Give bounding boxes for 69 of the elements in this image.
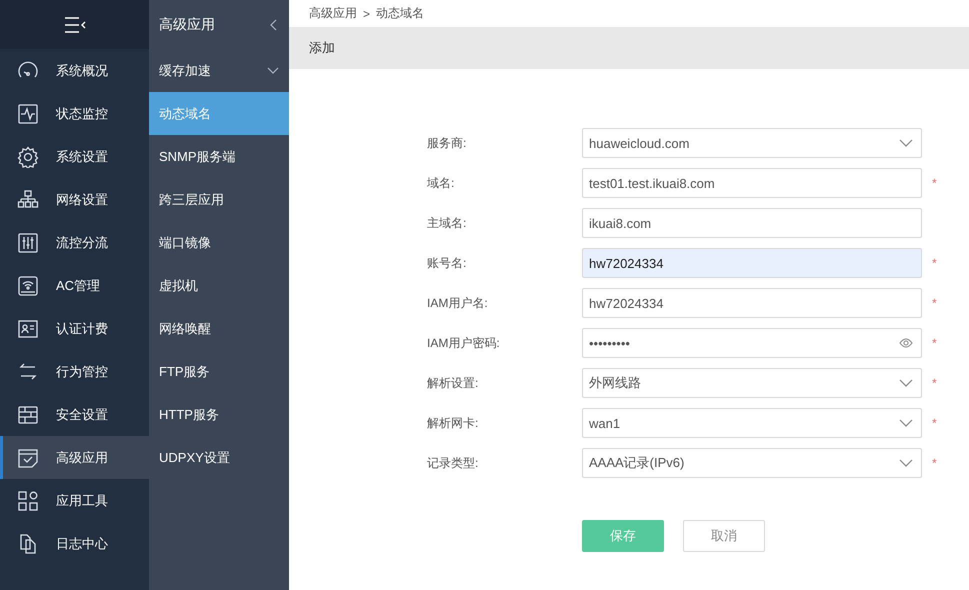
breadcrumb-item: 动态域名 (376, 5, 424, 22)
submenu-title: 高级应用 (159, 16, 215, 34)
wifi-device-icon (17, 274, 39, 296)
submenu-item[interactable]: SNMP服务端 (149, 135, 289, 178)
nav-item[interactable]: 网络设置 (0, 178, 149, 221)
submenu-item[interactable]: UDPXY设置 (149, 436, 289, 479)
field-label: IAM用户密码: (427, 334, 501, 352)
required-mark: * (931, 176, 938, 190)
input-field[interactable]: hw72024334 (582, 248, 922, 278)
nav-item[interactable]: 系统设置 (0, 135, 149, 178)
collapse-chevron-icon[interactable] (270, 18, 277, 30)
network-topology-icon (17, 188, 39, 210)
submenu-item[interactable]: FTP服务 (149, 350, 289, 393)
submenu-item[interactable]: 端口镜像 (149, 221, 289, 264)
required-mark: * (931, 416, 938, 430)
dropdown-chevron-icon (899, 459, 913, 467)
cancel-button[interactable]: 取消 (683, 520, 765, 552)
field-label: IAM用户名: (427, 294, 489, 312)
select-field[interactable]: wan1 (582, 408, 922, 438)
panel-title: 添加 (309, 39, 335, 57)
submenu-item[interactable]: 跨三层应用 (149, 178, 289, 221)
field-label: 域名: (427, 174, 456, 192)
submenu-item[interactable]: 缓存加速 (149, 49, 289, 92)
nav-item[interactable]: 流控分流 (0, 221, 149, 264)
required-mark: * (931, 296, 938, 310)
breadcrumb-separator: > (363, 6, 370, 20)
chevron-icon (267, 67, 279, 74)
nav-item[interactable]: 安全设置 (0, 393, 149, 436)
breadcrumb-item[interactable]: 高级应用 (309, 5, 357, 22)
password-field[interactable]: ••••••••• (582, 328, 922, 358)
dropdown-chevron-icon (899, 139, 913, 147)
field-label: 解析网卡: (427, 414, 480, 432)
menu-collapse-icon[interactable] (64, 16, 86, 32)
nav-item[interactable]: 状态监控 (0, 92, 149, 135)
settings-icon (17, 146, 39, 168)
app-tools-icon (17, 490, 39, 512)
dropdown-chevron-icon (899, 419, 913, 427)
field-label: 主域名: (427, 214, 468, 232)
input-field[interactable]: test01.test.ikuai8.com (582, 168, 922, 198)
input-field[interactable]: ikuai8.com (582, 208, 922, 238)
nav-item[interactable]: 高级应用 (0, 436, 149, 479)
nav-item[interactable]: 应用工具 (0, 479, 149, 522)
required-mark: * (931, 456, 938, 470)
sliders-icon (17, 232, 39, 254)
required-mark: * (931, 256, 938, 270)
nav-item[interactable]: 行为管控 (0, 350, 149, 393)
required-mark: * (931, 376, 938, 390)
dropdown-chevron-icon (899, 379, 913, 387)
field-label: 解析设置: (427, 374, 480, 392)
eye-icon[interactable] (899, 338, 913, 348)
brick-wall-icon (17, 404, 39, 426)
submenu-item[interactable]: 网络唤醒 (149, 307, 289, 350)
field-label: 服务商: (427, 134, 468, 152)
field-label: 记录类型: (427, 454, 480, 472)
select-field[interactable]: 外网线路 (582, 368, 922, 398)
nav-item[interactable]: 认证计费 (0, 307, 149, 350)
nav-item[interactable]: 日志中心 (0, 522, 149, 565)
nav-item[interactable]: AC管理 (0, 264, 149, 307)
select-field[interactable]: AAAA记录(IPv6) (582, 448, 922, 478)
id-card-icon (17, 318, 39, 340)
required-mark: * (931, 336, 938, 350)
field-label: 账号名: (427, 254, 468, 272)
nav-item[interactable]: 系统概况 (0, 49, 149, 92)
pulse-monitor-icon (17, 102, 39, 124)
submenu-item[interactable]: HTTP服务 (149, 393, 289, 436)
input-field[interactable]: hw72024334 (582, 288, 922, 318)
submenu-item[interactable]: 虚拟机 (149, 264, 289, 307)
select-field[interactable]: huaweicloud.com (582, 128, 922, 158)
calendar-check-icon (17, 446, 39, 468)
